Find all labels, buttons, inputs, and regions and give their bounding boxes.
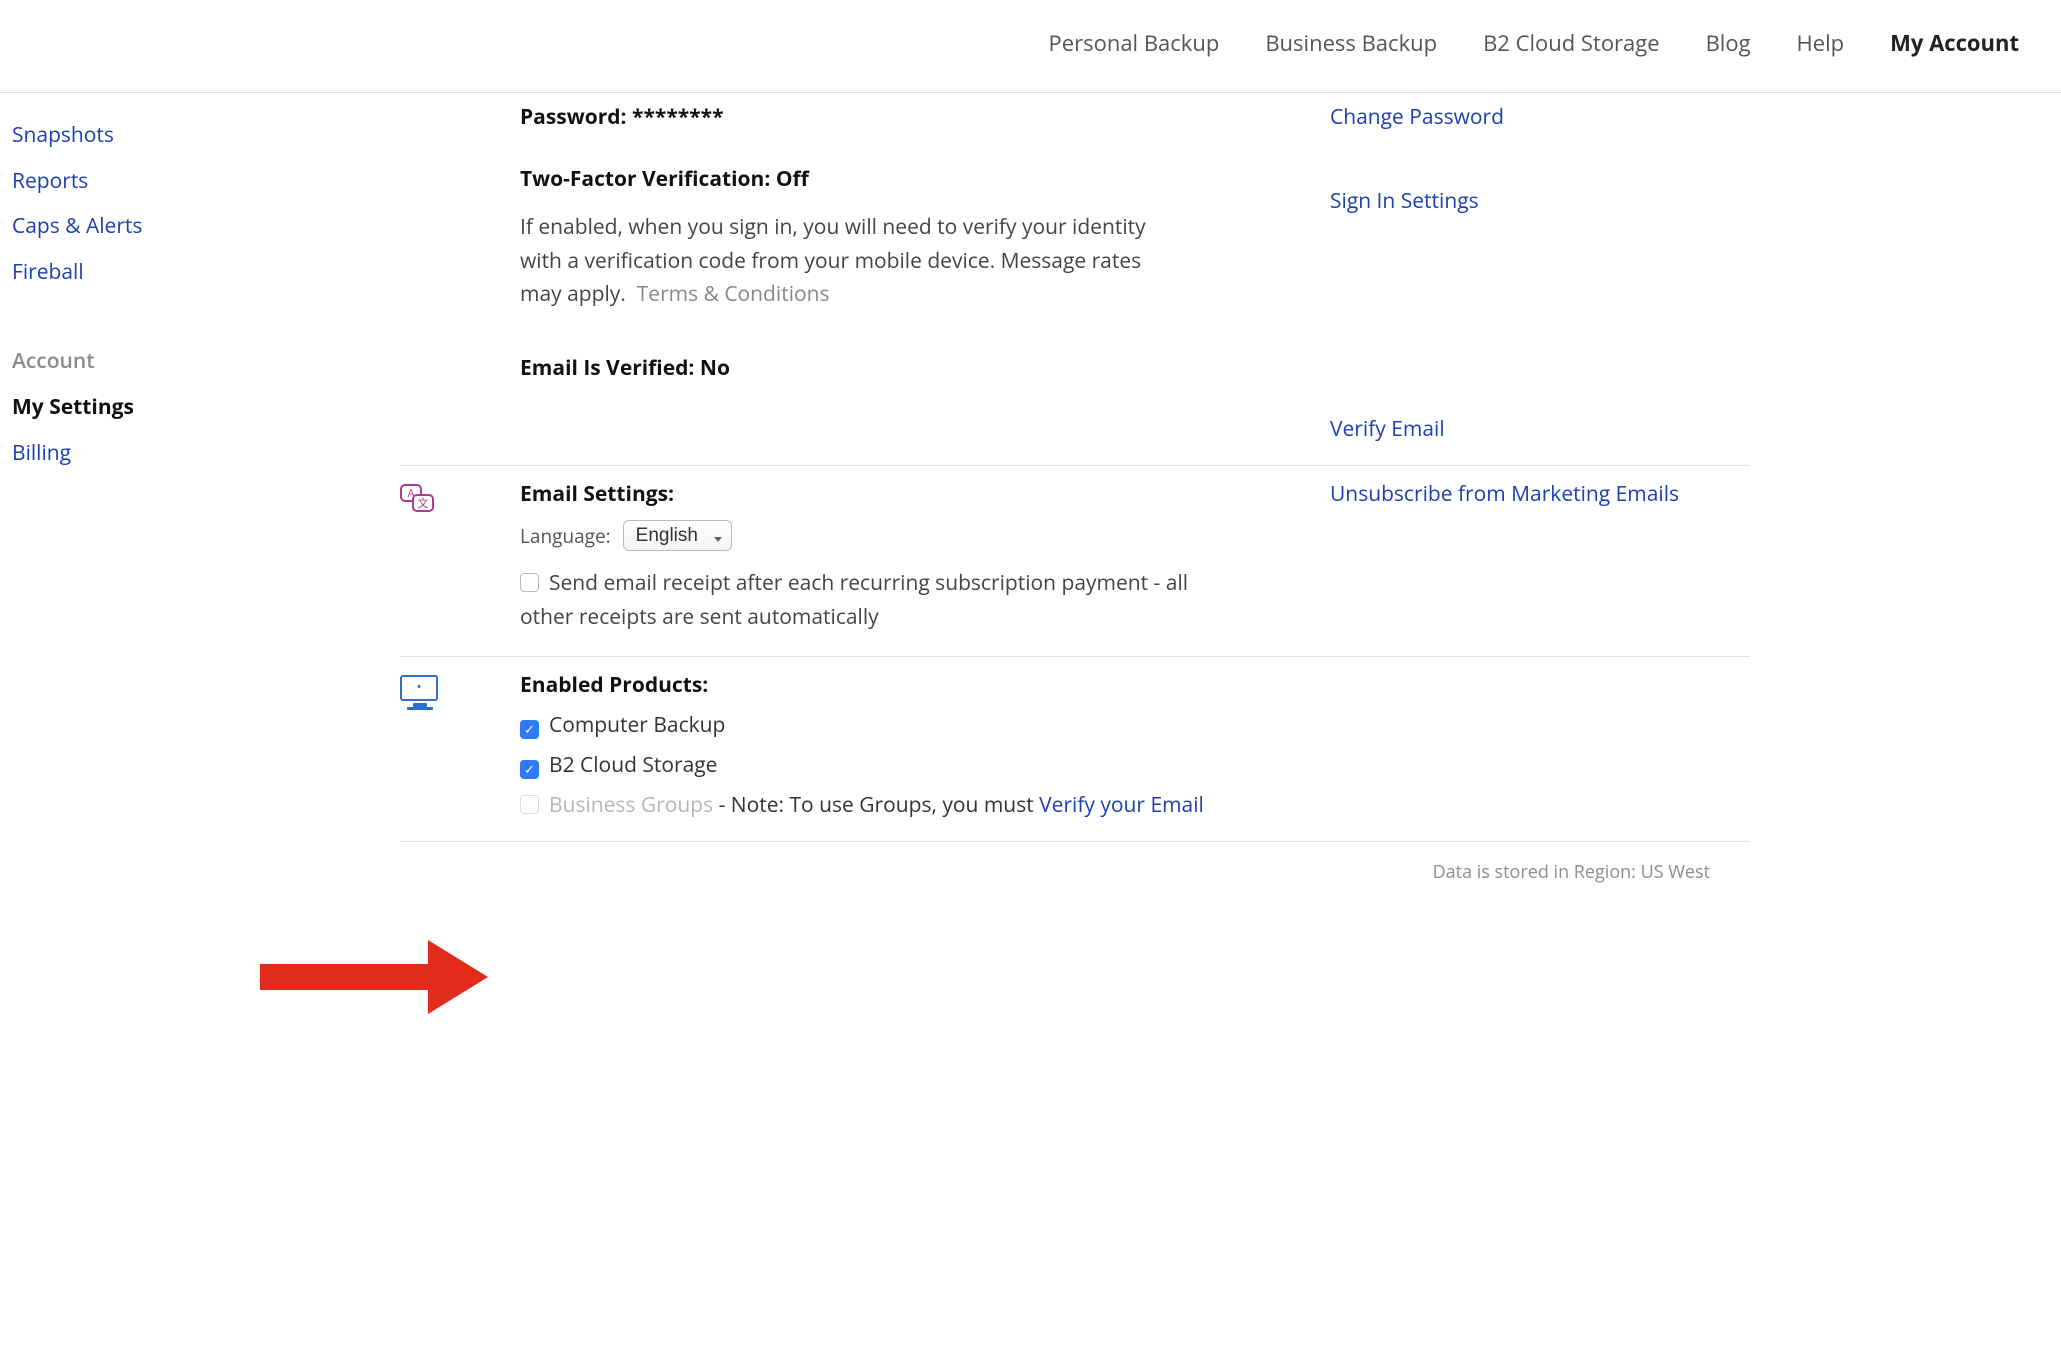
two-factor-label: Two-Factor Verification: — [520, 165, 770, 193]
product-computer-backup-label: Computer Backup — [549, 711, 725, 739]
sidebar-item-billing[interactable]: Billing — [10, 431, 290, 477]
sidebar-item-fireball[interactable]: Fireball — [10, 250, 290, 296]
sidebar-item-reports[interactable]: Reports — [10, 159, 290, 205]
password-value: ******** — [632, 103, 724, 131]
sidebar-item-snapshots[interactable]: Snapshots — [10, 113, 290, 159]
monitor-icon — [400, 675, 440, 709]
sidebar-item-caps-alerts[interactable]: Caps & Alerts — [10, 204, 290, 250]
sidebar: Snapshots Reports Caps & Alerts Fireball… — [10, 103, 290, 476]
language-label: Language: — [520, 523, 611, 549]
verify-your-email-link[interactable]: Verify your Email — [1039, 791, 1204, 819]
change-password-link[interactable]: Change Password — [1330, 103, 1504, 131]
region-footer: Data is stored in Region: US West — [400, 842, 1750, 884]
top-nav: Personal Backup Business Backup B2 Cloud… — [0, 0, 2061, 93]
sidebar-item-my-settings[interactable]: My Settings — [10, 385, 290, 431]
product-b2-cloud-storage-checkbox[interactable]: ✓ — [520, 760, 539, 779]
security-section: Password: ******** Two-Factor Verificati… — [400, 103, 1750, 466]
email-settings-heading: Email Settings: — [520, 480, 1310, 508]
receipt-checkbox-label: Send email receipt after each recurring … — [520, 569, 1188, 631]
nav-personal-backup[interactable]: Personal Backup — [1049, 28, 1220, 58]
verify-email-link[interactable]: Verify Email — [1330, 415, 1445, 443]
email-verified-label: Email Is Verified: — [520, 354, 694, 382]
sidebar-heading-account: Account — [10, 339, 290, 385]
nav-help[interactable]: Help — [1797, 28, 1845, 58]
product-business-groups-label: Business Groups — [549, 791, 713, 819]
nav-business-backup[interactable]: Business Backup — [1265, 28, 1437, 58]
language-icon: A文 — [400, 484, 436, 516]
password-label: Password: — [520, 103, 627, 131]
enabled-products-heading: Enabled Products: — [520, 671, 1330, 699]
product-business-groups-checkbox — [520, 795, 539, 814]
two-factor-value: Off — [776, 165, 809, 193]
language-select[interactable]: English — [623, 520, 732, 551]
nav-my-account[interactable]: My Account — [1890, 28, 2019, 58]
enabled-products-section: Enabled Products: ✓ Computer Backup ✓ B2 C… — [400, 657, 1750, 842]
terms-conditions-link[interactable]: Terms & Conditions — [637, 280, 830, 308]
unsubscribe-marketing-link[interactable]: Unsubscribe from Marketing Emails — [1330, 480, 1679, 508]
nav-b2-cloud-storage[interactable]: B2 Cloud Storage — [1483, 28, 1659, 58]
two-factor-description: If enabled, when you sign in, you will n… — [520, 211, 1160, 312]
email-settings-section: A文 Email Settings: Language: English — [400, 466, 1750, 657]
receipt-checkbox[interactable] — [520, 573, 539, 592]
email-verified-value: No — [700, 354, 730, 382]
product-b2-cloud-storage-label: B2 Cloud Storage — [549, 751, 717, 779]
annotation-arrow-icon — [260, 940, 510, 1014]
business-groups-note: - Note: To use Groups, you must — [713, 791, 1039, 819]
nav-blog[interactable]: Blog — [1706, 28, 1751, 58]
product-computer-backup-checkbox[interactable]: ✓ — [520, 720, 539, 739]
settings-content: Password: ******** Two-Factor Verificati… — [290, 103, 1790, 884]
sign-in-settings-link[interactable]: Sign In Settings — [1330, 187, 1479, 215]
